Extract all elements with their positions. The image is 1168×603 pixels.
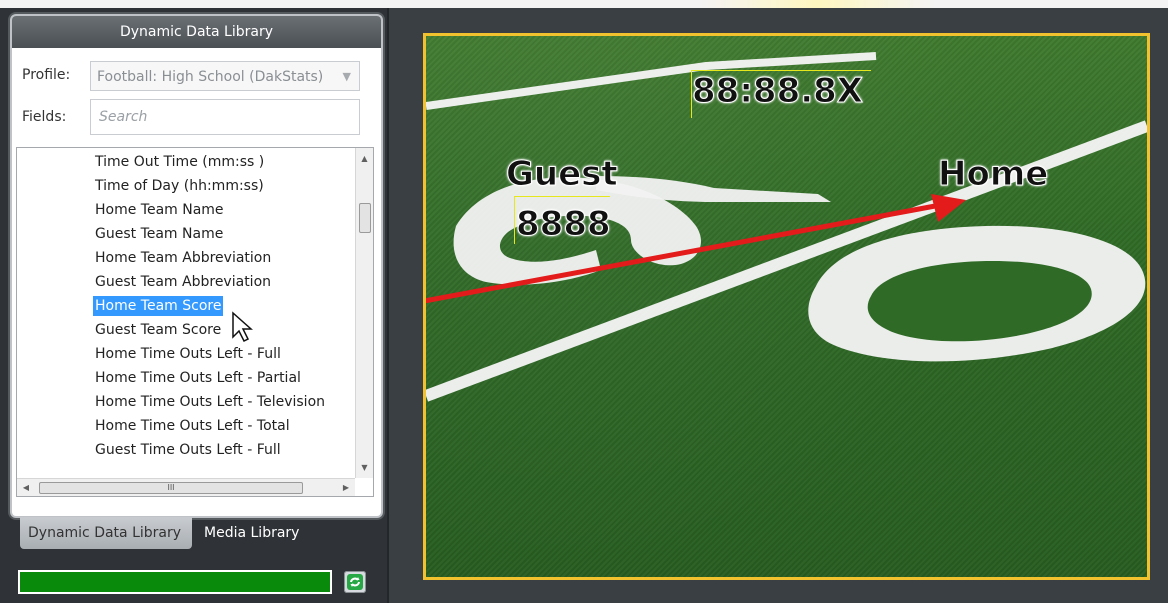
profile-select[interactable]: Football: High School (DakStats) ▼	[90, 61, 360, 91]
scroll-down-icon[interactable]: ▼	[356, 459, 373, 476]
list-item[interactable]: Home Time Outs Left - Full	[95, 344, 281, 364]
fields-label: Fields:	[22, 109, 67, 125]
list-item[interactable]: Home Time Outs Left - Partial	[95, 368, 301, 388]
scroll-right-icon[interactable]: ▶	[339, 479, 353, 496]
progress-bar	[18, 570, 332, 594]
search-placeholder: Search	[99, 109, 148, 125]
graphics-preview[interactable]: 88:88.8X Guest 8888 Home	[423, 33, 1150, 580]
profile-select-value: Football: High School (DakStats)	[97, 69, 324, 85]
refresh-button[interactable]	[344, 571, 366, 593]
list-item[interactable]: Time Out Time (mm:ss )	[95, 152, 264, 172]
scroll-left-icon[interactable]: ◀	[19, 479, 33, 496]
guest-score-guide	[514, 196, 610, 197]
chevron-down-icon: ▼	[342, 70, 351, 83]
scroll-thumb-grip: III	[167, 483, 175, 492]
clock-overlay-text[interactable]: 88:88.8X	[691, 71, 863, 112]
list-item[interactable]: Home Team Abbreviation	[95, 248, 271, 268]
list-item[interactable]: Home Team Name	[95, 200, 224, 220]
vertical-scroll-thumb[interactable]	[359, 203, 371, 233]
profile-label: Profile:	[22, 67, 71, 83]
guest-overlay-text[interactable]: Guest	[506, 154, 619, 195]
guest-score-overlay-text[interactable]: 8888	[516, 204, 612, 245]
panel-title: Dynamic Data Library	[12, 16, 381, 48]
list-item-selected[interactable]: Home Team Score	[93, 296, 224, 316]
cursor-arrow-icon	[232, 311, 253, 343]
tab-media-library[interactable]: Media Library	[196, 517, 316, 549]
field-background	[426, 52, 1147, 402]
list-item[interactable]: Guest Team Abbreviation	[95, 272, 271, 292]
list-item[interactable]: Guest Time Outs Left - Full	[95, 440, 281, 460]
refresh-icon	[347, 574, 363, 590]
progress-fill	[20, 572, 330, 592]
tab-dynamic-data-library[interactable]: Dynamic Data Library	[20, 517, 192, 549]
scroll-up-icon[interactable]: ▲	[356, 150, 373, 167]
dynamic-data-library-panel: Dynamic Data Library Profile: Football: …	[10, 14, 383, 518]
list-item[interactable]: Home Time Outs Left - Total	[95, 416, 290, 436]
horizontal-scroll-thumb[interactable]: III	[39, 482, 303, 494]
list-item[interactable]: Home Time Outs Left - Television	[95, 392, 325, 412]
search-input[interactable]: Search	[90, 99, 360, 135]
fields-list: Time Out Time (mm:ss ) Time of Day (hh:m…	[17, 148, 355, 476]
list-item[interactable]: Time of Day (hh:mm:ss)	[95, 176, 264, 196]
list-item[interactable]: Guest Team Score	[95, 320, 221, 340]
list-item[interactable]: Guest Team Name	[95, 224, 223, 244]
guest-score-guide	[514, 196, 515, 244]
top-strip	[0, 0, 1168, 8]
horizontal-scrollbar[interactable]: ◀ III ▶	[17, 478, 355, 496]
home-overlay-text[interactable]: Home	[937, 154, 1048, 195]
fields-listbox[interactable]: Time Out Time (mm:ss ) Time of Day (hh:m…	[16, 147, 374, 497]
vertical-scrollbar[interactable]: ▲ ▼	[355, 148, 373, 478]
